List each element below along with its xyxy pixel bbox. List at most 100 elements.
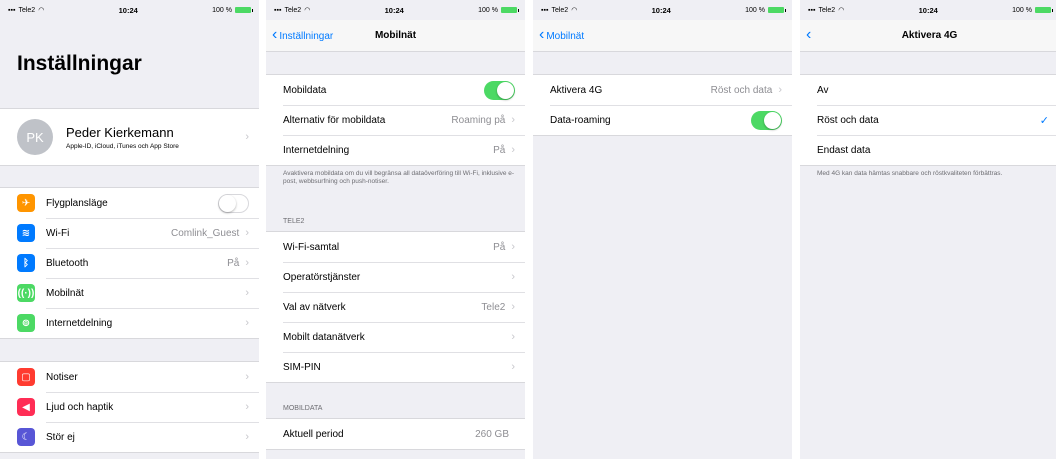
cellular-options-screen: ▪▪▪ Tele2 ◠ 10:24 100 % ‹ Mobilnät Aktivera… <box>533 0 792 459</box>
chevron-right-icon: › <box>245 371 249 383</box>
bluetooth-icon: ᛒ <box>17 254 35 272</box>
checkmark-icon: ✓ <box>1039 114 1049 127</box>
mobile-data-options-row[interactable]: Alternativ för mobildata Roaming på › <box>266 105 525 135</box>
notifications-icon: ▢ <box>17 368 35 386</box>
option-off[interactable]: Av <box>800 75 1056 105</box>
chevron-right-icon: › <box>245 401 249 413</box>
4g-note: Med 4G kan data hämtas snabbare och röst… <box>817 170 1003 177</box>
battery-icon <box>501 7 519 13</box>
chevron-left-icon: ‹ <box>806 26 812 43</box>
cellular-screen: ▪▪▪ Tele2 ◠ 10:24 100 % ‹ Inställningar Mob… <box>266 0 525 459</box>
avatar: PK <box>17 119 53 155</box>
battery-icon <box>1035 7 1053 13</box>
wifi-status-icon: ◠ <box>838 7 845 14</box>
signal-icon: ▪▪▪ <box>541 6 549 14</box>
nav-bar: ‹ Mobilnät <box>533 20 792 52</box>
signal-icon: ▪▪▪ <box>8 6 16 14</box>
current-period-row: Aktuell period 260 GB <box>266 419 525 449</box>
chevron-right-icon: › <box>511 361 515 373</box>
back-button[interactable]: ‹ <box>806 20 811 52</box>
carrier-services-row[interactable]: Operatörstjänster › <box>266 262 525 292</box>
nav-title: Aktivera 4G <box>901 30 958 41</box>
settings-row-notifications[interactable]: ▢ Notiser › <box>0 362 259 392</box>
hotspot-icon: ⊚ <box>17 314 35 332</box>
sim-pin-row[interactable]: SIM-PIN › <box>266 352 525 382</box>
chevron-right-icon: › <box>245 257 249 269</box>
enable-4g-row[interactable]: Aktivera 4G Röst och data › <box>533 75 792 105</box>
status-bar: ▪▪▪ Tele2 ◠ 10:24 100 % <box>533 0 792 20</box>
carrier-label: Tele2 <box>18 6 36 14</box>
section-header-mobildata: MOBILDATA <box>283 405 323 412</box>
notifications-group: ▢ Notiser › ◀ Ljud och haptik › ☾ Stör e… <box>0 361 259 453</box>
signal-icon: ▪▪▪ <box>808 6 816 14</box>
hotspot-row[interactable]: Internetdelning På › <box>266 135 525 165</box>
chevron-right-icon: › <box>511 144 515 156</box>
moon-icon: ☾ <box>17 428 35 446</box>
chevron-right-icon: › <box>245 131 249 143</box>
page-title: Inställningar <box>17 52 142 75</box>
mobile-data-note: Avaktivera mobildata om du vill begränsa… <box>283 170 515 186</box>
chevron-right-icon: › <box>245 287 249 299</box>
airplane-icon: ✈ <box>17 194 35 212</box>
settings-row-sound[interactable]: ◀ Ljud och haptik › <box>0 392 259 422</box>
profile-subtitle: Apple-ID, iCloud, iTunes och App Store <box>66 142 179 150</box>
chevron-right-icon: › <box>511 114 515 126</box>
mobile-data-toggle[interactable] <box>484 80 515 100</box>
wifi-status-icon: ◠ <box>304 7 311 14</box>
status-bar: ▪▪▪ Tele2 ◠ 10:24 100 % <box>0 0 259 20</box>
usage-group: Aktuell period 260 GB <box>266 418 525 450</box>
sound-icon: ◀ <box>17 398 35 416</box>
chevron-right-icon: › <box>511 301 515 313</box>
cellular-data-network-row[interactable]: Mobilt datanätverk › <box>266 322 525 352</box>
status-bar: ▪▪▪ Tele2 ◠ 10:24 100 % <box>800 0 1056 20</box>
settings-row-hotspot[interactable]: ⊚ Internetdelning › <box>0 308 259 338</box>
mobile-data-row[interactable]: Mobildata <box>266 75 525 105</box>
back-button[interactable]: ‹ Inställningar <box>272 20 333 52</box>
nav-bar: ‹ Aktivera 4G <box>800 20 1056 52</box>
clock: 10:24 <box>118 5 138 15</box>
wifi-calling-row[interactable]: Wi-Fi-samtal På › <box>266 232 525 262</box>
wifi-icon: ≋ <box>17 224 35 242</box>
chevron-right-icon: › <box>511 241 515 253</box>
settings-row-bluetooth[interactable]: ᛒ Bluetooth På › <box>0 248 259 278</box>
options-group: Aktivera 4G Röst och data › Data-roaming <box>533 74 792 136</box>
chevron-right-icon: › <box>511 331 515 343</box>
data-roaming-toggle[interactable] <box>751 110 782 130</box>
wifi-status-icon: ◠ <box>38 7 45 14</box>
option-voice-and-data[interactable]: Röst och data ✓ <box>800 105 1056 135</box>
settings-screen: ▪▪▪ Tele2 ◠ 10:24 100 % Inställningar PK P… <box>0 0 259 459</box>
chevron-left-icon: ‹ <box>539 26 545 43</box>
chevron-left-icon: ‹ <box>272 26 278 43</box>
signal-icon: ▪▪▪ <box>274 6 282 14</box>
battery-icon <box>235 7 253 13</box>
enable-4g-screen: ▪▪▪ Tele2 ◠ 10:24 100 % ‹ Aktivera 4G Av R… <box>800 0 1056 459</box>
carrier-group: Wi-Fi-samtal På › Operatörstjänster › Va… <box>266 231 525 383</box>
settings-row-dnd[interactable]: ☾ Stör ej › <box>0 422 259 452</box>
profile-name: Peder Kierkemann <box>66 124 174 140</box>
status-bar: ▪▪▪ Tele2 ◠ 10:24 100 % <box>266 0 525 20</box>
chevron-right-icon: › <box>245 431 249 443</box>
settings-row-cellular[interactable]: ((·)) Mobilnät › <box>0 278 259 308</box>
chevron-right-icon: › <box>245 317 249 329</box>
section-header-tele2: TELE2 <box>283 218 305 225</box>
settings-row-airplane[interactable]: ✈ Flygplansläge <box>0 188 259 218</box>
chevron-right-icon: › <box>511 271 515 283</box>
option-data-only[interactable]: Endast data <box>800 135 1056 165</box>
apple-id-row[interactable]: PK Peder Kierkemann Apple-ID, iCloud, iT… <box>0 109 259 165</box>
wifi-status-icon: ◠ <box>571 7 578 14</box>
battery-icon <box>768 7 786 13</box>
nav-title: Mobilnät <box>374 30 417 41</box>
network-selection-row[interactable]: Val av nätverk Tele2 › <box>266 292 525 322</box>
settings-row-wifi[interactable]: ≋ Wi-Fi Comlink_Guest › <box>0 218 259 248</box>
back-button[interactable]: ‹ Mobilnät <box>539 20 584 52</box>
data-roaming-row[interactable]: Data-roaming <box>533 105 792 135</box>
profile-group: PK Peder Kierkemann Apple-ID, iCloud, iT… <box>0 108 259 166</box>
mobile-data-group: Mobildata Alternativ för mobildata Roami… <box>266 74 525 166</box>
cellular-icon: ((·)) <box>17 284 35 302</box>
connectivity-group: ✈ Flygplansläge ≋ Wi-Fi Comlink_Guest › … <box>0 187 259 339</box>
4g-options-group: Av Röst och data ✓ Endast data <box>800 74 1056 166</box>
chevron-right-icon: › <box>245 227 249 239</box>
nav-bar: ‹ Inställningar Mobilnät <box>266 20 525 52</box>
airplane-toggle[interactable] <box>218 193 249 213</box>
battery-label: 100 % <box>212 6 232 14</box>
